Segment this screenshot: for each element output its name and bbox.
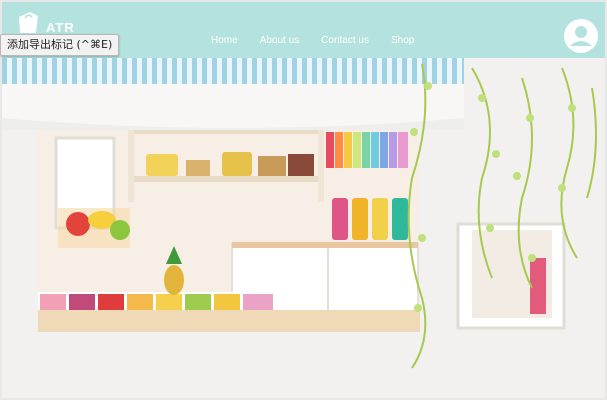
nav-link-about[interactable]: About us [260, 35, 299, 46]
shopping-bag-logo-icon [19, 12, 38, 33]
hero-illustration [2, 58, 605, 398]
nav-link-shop[interactable]: Shop [391, 35, 414, 46]
user-account-icon[interactable] [563, 18, 599, 54]
main-nav: Home About us Contact us Shop [211, 35, 436, 46]
brand-name: ATR [46, 19, 75, 35]
nav-link-contact[interactable]: Contact us [321, 35, 369, 46]
nav-link-home[interactable]: Home [211, 35, 238, 46]
export-marker-tooltip: 添加导出标记 (^⌘E) [0, 34, 120, 56]
brand-logo[interactable]: ATR [16, 11, 75, 35]
jar-rainbow [326, 132, 408, 168]
